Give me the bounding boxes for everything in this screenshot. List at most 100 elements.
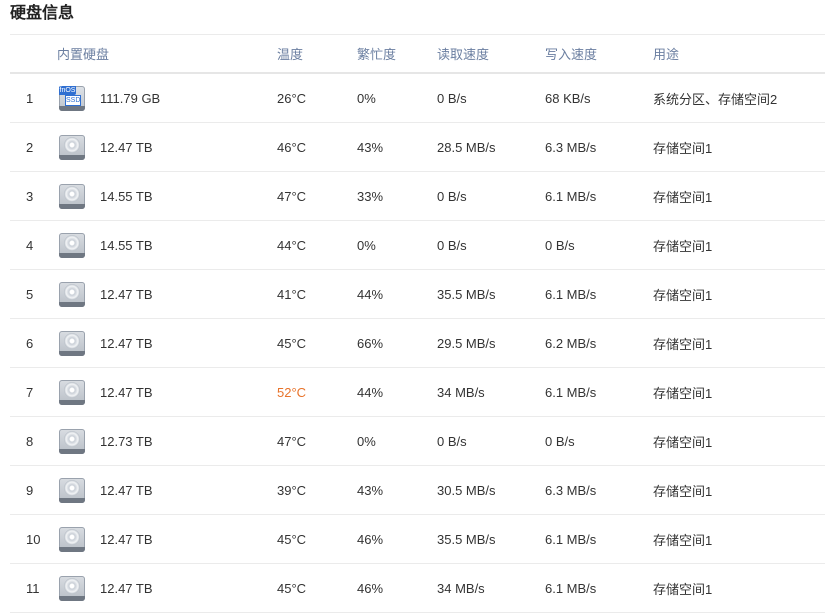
table-row[interactable]: 3 14.55 TB 47°C 33% 0 B/s 6.1 MB/s 存储空间1: [10, 172, 825, 221]
table-row[interactable]: 9 12.47 TB 39°C 43% 30.5 MB/s 6.3 MB/s 存储空间1: [10, 466, 825, 515]
disk-usage: 存储空间1: [653, 581, 713, 597]
table-header: 内置硬盘 温度 繁忙度 读取速度 写入速度 用途: [10, 34, 825, 74]
row-index: 10: [26, 531, 41, 547]
hdd-icon: [59, 477, 85, 503]
disk-icon-cell: [59, 221, 89, 269]
disk-write-speed: 6.2 MB/s: [545, 335, 597, 351]
disk-capacity: 12.47 TB: [100, 335, 153, 351]
row-index: 5: [26, 286, 34, 302]
disk-usage: 存储空间1: [653, 140, 713, 156]
row-index: 6: [26, 335, 34, 351]
row-index: 7: [26, 384, 34, 400]
disk-capacity: 14.55 TB: [100, 188, 153, 204]
hdd-icon: [59, 281, 85, 307]
disk-write-speed: 6.3 MB/s: [545, 482, 597, 498]
disk-capacity: 12.73 TB: [100, 433, 153, 449]
disk-icon-cell: [59, 172, 89, 220]
hdd-icon: [59, 183, 85, 209]
disk-read-speed: 35.5 MB/s: [437, 531, 496, 547]
disk-write-speed: 6.3 MB/s: [545, 139, 597, 155]
disk-read-speed: 34 MB/s: [437, 384, 485, 400]
table-row[interactable]: 2 12.47 TB 46°C 43% 28.5 MB/s 6.3 MB/s 存储空间1: [10, 123, 825, 172]
disk-read-speed: 30.5 MB/s: [437, 482, 496, 498]
disk-read-speed: 35.5 MB/s: [437, 286, 496, 302]
hdd-icon: [59, 134, 85, 160]
disk-temperature: 47°C: [277, 188, 307, 204]
table-row[interactable]: 4 14.55 TB 44°C 0% 0 B/s 0 B/s 存储空间1: [10, 221, 825, 270]
disk-busy: 43%: [357, 482, 384, 498]
column-header-temperature[interactable]: 温度: [277, 35, 352, 72]
disk-read-speed: 34 MB/s: [437, 580, 485, 596]
row-index: 3: [26, 188, 34, 204]
disk-temperature: 44°C: [277, 237, 307, 253]
disk-capacity: 12.47 TB: [100, 482, 153, 498]
ssd-icon: fnOS SSD: [59, 85, 85, 111]
disk-busy: 0%: [357, 90, 376, 106]
disk-temperature: 26°C: [277, 90, 307, 106]
disk-icon-cell: [59, 564, 89, 612]
column-header-busy[interactable]: 繁忙度: [357, 35, 432, 72]
disk-write-speed: 0 B/s: [545, 237, 575, 253]
table-row[interactable]: 6 12.47 TB 45°C 66% 29.5 MB/s 6.2 MB/s 存储空间1: [10, 319, 825, 368]
disk-temperature: 45°C: [277, 531, 307, 547]
disk-write-speed: 0 B/s: [545, 433, 575, 449]
table-row[interactable]: 8 12.73 TB 47°C 0% 0 B/s 0 B/s 存储空间1: [10, 417, 825, 466]
table-row[interactable]: 1 fnOS SSD 111.79 GB 26°C 0% 0 B/s 68 KB/s 系统分区、…: [10, 74, 825, 123]
ssd-tag-label: SSD: [65, 94, 81, 106]
row-index: 8: [26, 433, 34, 449]
disk-capacity: 14.55 TB: [100, 237, 153, 253]
disk-table: 内置硬盘 温度 繁忙度 读取速度 写入速度 用途 1 fnOS SSD 111.79 …: [10, 34, 825, 613]
disk-read-speed: 0 B/s: [437, 90, 467, 106]
disk-icon-cell: [59, 319, 89, 367]
disk-busy: 46%: [357, 531, 384, 547]
column-header-write-speed[interactable]: 写入速度: [545, 35, 650, 72]
disk-usage: 存储空间1: [653, 434, 713, 450]
table-row[interactable]: 5 12.47 TB 41°C 44% 35.5 MB/s 6.1 MB/s 存储空间1: [10, 270, 825, 319]
disk-read-speed: 28.5 MB/s: [437, 139, 496, 155]
disk-read-speed: 0 B/s: [437, 237, 467, 253]
disk-read-speed: 29.5 MB/s: [437, 335, 496, 351]
disk-usage: 存储空间1: [653, 483, 713, 499]
disk-busy: 46%: [357, 580, 384, 596]
table-row[interactable]: 11 12.47 TB 45°C 46% 34 MB/s 6.1 MB/s 存储空间1: [10, 564, 825, 613]
column-header-usage[interactable]: 用途: [653, 35, 823, 72]
disk-temperature: 41°C: [277, 286, 307, 302]
disk-capacity: 111.79 GB: [100, 90, 161, 106]
row-index: 4: [26, 237, 34, 253]
disk-busy: 0%: [357, 433, 376, 449]
disk-write-speed: 6.1 MB/s: [545, 286, 597, 302]
disk-icon-cell: [59, 417, 89, 465]
row-index: 11: [26, 580, 40, 596]
table-body: 1 fnOS SSD 111.79 GB 26°C 0% 0 B/s 68 KB/s 系统分区、…: [10, 74, 825, 613]
disk-capacity: 12.47 TB: [100, 384, 153, 400]
row-index: 9: [26, 482, 34, 498]
hdd-icon: [59, 526, 85, 552]
disk-busy: 66%: [357, 335, 384, 351]
disk-icon-cell: [59, 270, 89, 318]
table-row[interactable]: 10 12.47 TB 45°C 46% 35.5 MB/s 6.1 MB/s 存储空间1: [10, 515, 825, 564]
row-index: 2: [26, 139, 34, 155]
column-header-disk[interactable]: 内置硬盘: [57, 35, 109, 72]
disk-usage: 存储空间1: [653, 238, 713, 254]
disk-read-speed: 0 B/s: [437, 433, 467, 449]
disk-write-speed: 6.1 MB/s: [545, 384, 597, 400]
disk-temperature: 45°C: [277, 335, 307, 351]
disk-temperature: 47°C: [277, 433, 307, 449]
hdd-icon: [59, 428, 85, 454]
table-row[interactable]: 7 12.47 TB 52°C 44% 34 MB/s 6.1 MB/s 存储空间1: [10, 368, 825, 417]
ssd-brand-label: fnOS: [59, 85, 76, 95]
disk-usage: 存储空间1: [653, 336, 713, 352]
disk-icon-cell: [59, 466, 89, 514]
disk-temperature: 39°C: [277, 482, 307, 498]
disk-capacity: 12.47 TB: [100, 531, 153, 547]
disk-icon-cell: fnOS SSD: [59, 74, 89, 122]
hdd-icon: [59, 232, 85, 258]
disk-temperature: 46°C: [277, 139, 307, 155]
disk-read-speed: 0 B/s: [437, 188, 467, 204]
disk-capacity: 12.47 TB: [100, 286, 153, 302]
disk-usage: 存储空间1: [653, 532, 713, 548]
disk-write-speed: 68 KB/s: [545, 90, 591, 106]
column-header-read-speed[interactable]: 读取速度: [437, 35, 542, 72]
disk-temperature: 52°C: [277, 384, 307, 400]
disk-icon-cell: [59, 368, 89, 416]
